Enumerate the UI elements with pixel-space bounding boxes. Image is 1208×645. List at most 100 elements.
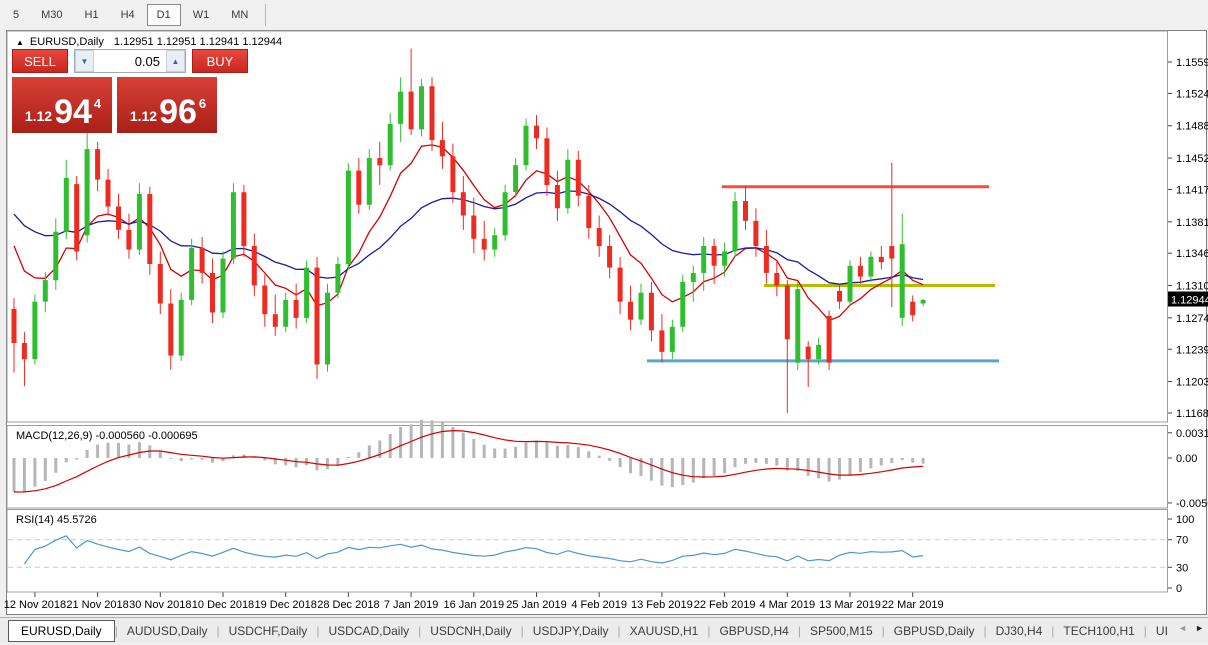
candle-body (356, 171, 361, 205)
macd-histogram-bar (514, 447, 517, 458)
macd-histogram-bar (525, 443, 528, 458)
macd-histogram-bar (138, 442, 141, 458)
buy-button[interactable]: BUY (192, 49, 248, 73)
date-axis-label: 16 Jan 2019 (444, 599, 505, 611)
candle-body (670, 327, 675, 352)
candle-body (492, 235, 497, 249)
buy-price-sup: 6 (199, 96, 206, 111)
rsi-panel[interactable] (7, 510, 1168, 593)
tab-scroll-left-icon[interactable]: ◄ (1178, 623, 1187, 633)
candle-body (733, 201, 738, 251)
macd-histogram-bar (713, 458, 716, 476)
chart-tab-ui[interactable]: UI (1147, 621, 1177, 641)
date-axis-label: 25 Jan 2019 (506, 599, 567, 611)
macd-histogram-bar (828, 458, 831, 482)
date-axis-label: 19 Dec 2018 (255, 599, 317, 611)
macd-histogram-bar (263, 458, 266, 461)
macd-histogram-bar (389, 434, 392, 458)
chart-tab-usdcnh-daily[interactable]: USDCNH,Daily (421, 621, 520, 641)
chart-tab-gbpusd-h4[interactable]: GBPUSD,H4 (710, 621, 797, 641)
macd-histogram-bar (190, 458, 193, 459)
macd-histogram-bar (577, 447, 580, 458)
macd-histogram-bar (890, 458, 893, 463)
price-axis-label: 1.12390 (1176, 344, 1208, 356)
candle-body (879, 257, 884, 262)
chart-header: ▲ EURUSD,Daily 1.12951 1.12951 1.12941 1… (16, 36, 282, 48)
chart-ohlc-values: 1.12951 1.12951 1.12941 1.12944 (114, 36, 282, 48)
candle-body (409, 92, 414, 130)
chart-tab-usdcad-daily[interactable]: USDCAD,Daily (319, 621, 418, 641)
date-axis-label: 13 Feb 2019 (631, 599, 693, 611)
candle-body (827, 316, 832, 363)
macd-histogram-bar (629, 458, 632, 473)
macd-label: MACD(12,26,9) -0.000560 -0.000695 (16, 430, 198, 442)
candle-body (64, 178, 69, 232)
chart-tab-audusd-daily[interactable]: AUDUSD,Daily (118, 621, 217, 641)
chart-tab-usdjpy-daily[interactable]: USDJPY,Daily (524, 621, 618, 641)
macd-histogram-bar (849, 458, 852, 475)
candle-body (649, 293, 654, 331)
buy-price-panel[interactable]: 1.12 96 6 (117, 77, 217, 133)
date-axis-label: 30 Nov 2018 (129, 599, 191, 611)
chart-tab-xauusd-h1[interactable]: XAUUSD,H1 (621, 621, 708, 641)
candle-body (639, 293, 644, 320)
macd-histogram-bar (33, 458, 36, 487)
chart-tab-usdchf-daily[interactable]: USDCHF,Daily (220, 621, 317, 641)
macd-histogram-bar (483, 445, 486, 458)
candle-body (137, 194, 142, 250)
macd-histogram-bar (535, 441, 538, 458)
expand-triangle-icon[interactable]: ▲ (16, 38, 24, 47)
macd-axis-label: 0.00 (1176, 453, 1197, 465)
price-axis-label: 1.14880 (1176, 121, 1208, 133)
chart-tab-sp500-m15[interactable]: SP500,M15 (801, 621, 882, 641)
candle-body (74, 184, 79, 251)
macd-histogram-bar (326, 458, 329, 469)
macd-histogram-bar (859, 458, 862, 472)
volume-increase-icon[interactable]: ▲ (166, 50, 185, 72)
macd-histogram-bar (23, 458, 26, 491)
macd-histogram-bar (201, 458, 204, 460)
macd-histogram-bar (441, 423, 444, 459)
candle-body (607, 246, 612, 268)
candle-body (335, 264, 340, 293)
macd-histogram-bar (880, 458, 883, 466)
chart-tab-eurusd-daily[interactable]: EURUSD,Daily (8, 620, 115, 642)
rsi-axis-label: 70 (1176, 535, 1188, 547)
tab-container: EURUSD,Daily|AUDUSD,Daily|USDCHF,Daily|U… (8, 620, 1177, 642)
tab-scroll-arrows: ◄ ► (1178, 623, 1204, 633)
candle-body (168, 304, 173, 356)
macd-histogram-bar (462, 433, 465, 458)
candle-body (524, 126, 529, 166)
macd-histogram-bar (807, 458, 810, 476)
candle-body (85, 149, 90, 235)
sell-price-panel[interactable]: 1.12 94 4 (12, 77, 112, 133)
chart-tab-tech100-h1[interactable]: TECH100,H1 (1054, 621, 1143, 641)
macd-histogram-bar (817, 458, 820, 479)
chart-tab-dj30-h4[interactable]: DJ30,H4 (987, 621, 1052, 641)
macd-histogram-bar (399, 427, 402, 458)
macd-histogram-bar (702, 458, 705, 478)
price-axis-label: 1.14520 (1176, 153, 1208, 165)
candle-body (753, 221, 758, 246)
candle-body (304, 268, 309, 318)
price-axis-label: 1.14170 (1176, 184, 1208, 196)
tab-scroll-right-icon[interactable]: ► (1195, 623, 1204, 633)
candle-body (743, 201, 748, 221)
macd-axis-label: 0.003177 (1176, 428, 1208, 440)
macd-histogram-bar (493, 449, 496, 459)
candle-body (806, 347, 811, 360)
price-axis-label: 1.13460 (1176, 248, 1208, 260)
candle-body (659, 330, 664, 352)
macd-histogram-bar (901, 458, 904, 460)
volume-decrease-icon[interactable]: ▼ (75, 50, 94, 72)
date-axis-label: 28 Dec 2018 (317, 599, 379, 611)
date-axis-label: 10 Dec 2018 (192, 599, 254, 611)
chart-tab-gbpusd-daily[interactable]: GBPUSD,Daily (885, 621, 984, 641)
candle-body (544, 138, 549, 185)
sell-button[interactable]: SELL (12, 49, 68, 73)
macd-histogram-bar (420, 420, 423, 458)
candle-body (398, 92, 403, 124)
macd-histogram-bar (734, 458, 737, 467)
volume-input[interactable] (94, 50, 166, 72)
candle-body (910, 302, 915, 316)
